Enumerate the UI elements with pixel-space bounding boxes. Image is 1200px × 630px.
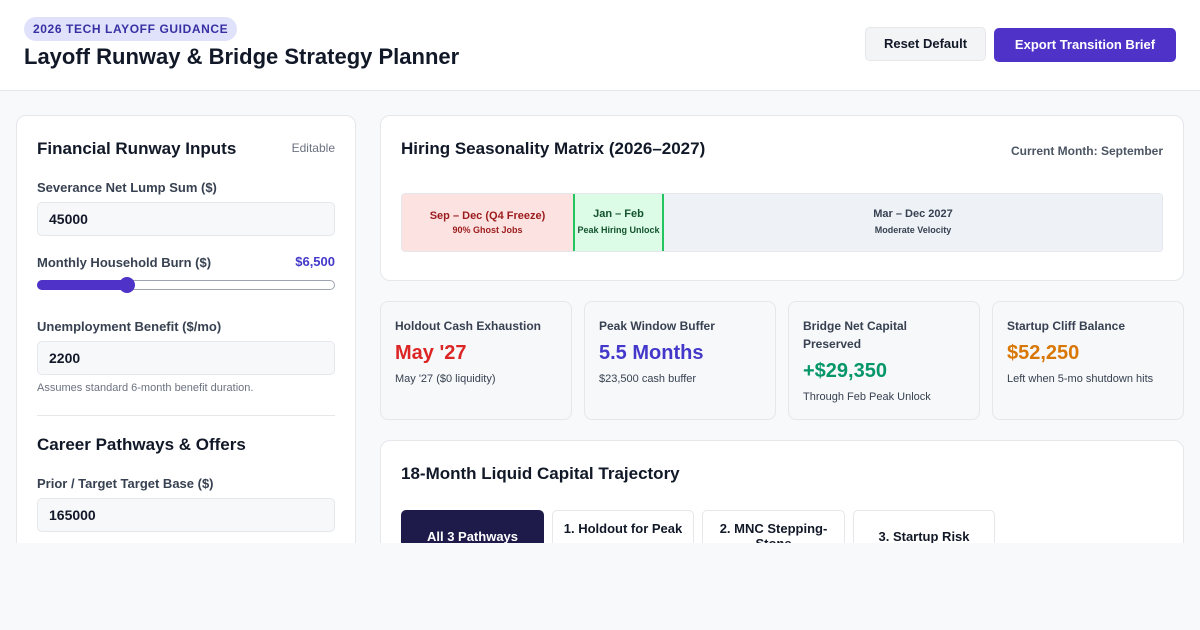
burn-slider-fill [37,280,126,290]
stat-label: Startup Cliff Balance [1007,319,1126,333]
career-pathways-title: Career Pathways & Offers [37,435,246,454]
stat-value: +$29,350 [803,360,887,382]
editable-label: Editable [291,141,335,155]
severance-label: Severance Net Lump Sum ($) [37,180,217,195]
segment-note: 90% Ghost Jobs [452,225,523,235]
viewport-cutoff [0,543,1200,630]
current-month: Current Month: September [1010,144,1163,158]
financial-inputs-title: Financial Runway Inputs [37,139,237,158]
stat-value: 5.5 Months [599,342,704,364]
stat-card-holdout-exhaustion: Holdout Cash Exhaustion May '27 May '27 … [380,301,572,420]
seasonality-title: Hiring Seasonality Matrix (2026–2027) [401,139,706,158]
segment-peak-hiring: Jan – Feb Peak Hiring Unlock [573,194,664,251]
segment-name: Jan – Feb [593,208,644,220]
segment-q4-freeze: Sep – Dec (Q4 Freeze) 90% Ghost Jobs [402,194,573,251]
export-transition-brief-button[interactable]: Export Transition Brief [994,28,1176,62]
burn-value: $6,500 [295,254,335,269]
stat-subtext: $23,500 cash buffer [599,373,697,385]
stat-label: Bridge Net Capital Preserved [803,319,908,351]
financial-inputs-panel: Financial Runway Inputs Editable Severan… [16,115,356,555]
stat-card-bridge-capital: Bridge Net Capital Preserved +$29,350 Th… [788,301,980,420]
app-header: 2026 TECH LAYOFF GUIDANCE Layoff Runway … [0,0,1200,91]
stat-subtext: Through Feb Peak Unlock [803,391,931,403]
segment-name: Mar – Dec 2027 [873,208,953,220]
burn-slider[interactable] [37,277,335,293]
severance-input[interactable] [37,202,335,236]
stat-value: $52,250 [1007,342,1080,364]
stat-subtext: May '27 ($0 liquidity) [395,373,496,385]
stat-label: Peak Window Buffer [599,319,715,333]
stat-card-startup-cliff: Startup Cliff Balance $52,250 Left when … [992,301,1184,420]
reset-default-button[interactable]: Reset Default [865,27,986,61]
burn-slider-thumb[interactable] [118,277,135,293]
seasonality-timeline: Sep – Dec (Q4 Freeze) 90% Ghost Jobs Jan… [401,193,1163,252]
stat-card-peak-buffer: Peak Window Buffer 5.5 Months $23,500 ca… [584,301,776,420]
target-base-input[interactable] [37,498,335,532]
segment-note: Peak Hiring Unlock [577,225,660,235]
stat-subtext: Left when 5-mo shutdown hits [1007,373,1154,385]
stat-value: May '27 [395,342,467,364]
burn-label: Monthly Household Burn ($) [37,255,212,270]
seasonality-panel: Hiring Seasonality Matrix (2026–2027) Cu… [380,115,1184,281]
guidance-badge: 2026 TECH LAYOFF GUIDANCE [24,17,238,41]
trajectory-title: 18-Month Liquid Capital Trajectory [401,464,680,483]
segment-moderate-velocity: Mar – Dec 2027 Moderate Velocity [664,194,1162,251]
segment-note: Moderate Velocity [874,225,952,235]
unemployment-hint: Assumes standard 6-month benefit duratio… [37,382,254,394]
unemployment-input[interactable] [37,341,335,375]
unemployment-label: Unemployment Benefit ($/mo) [37,319,222,334]
segment-name: Sep – Dec (Q4 Freeze) [429,210,546,222]
page-title: Layoff Runway & Bridge Strategy Planner [24,44,460,69]
stat-label: Holdout Cash Exhaustion [395,319,542,333]
target-base-label: Prior / Target Target Base ($) [37,476,214,491]
section-divider [37,415,335,416]
